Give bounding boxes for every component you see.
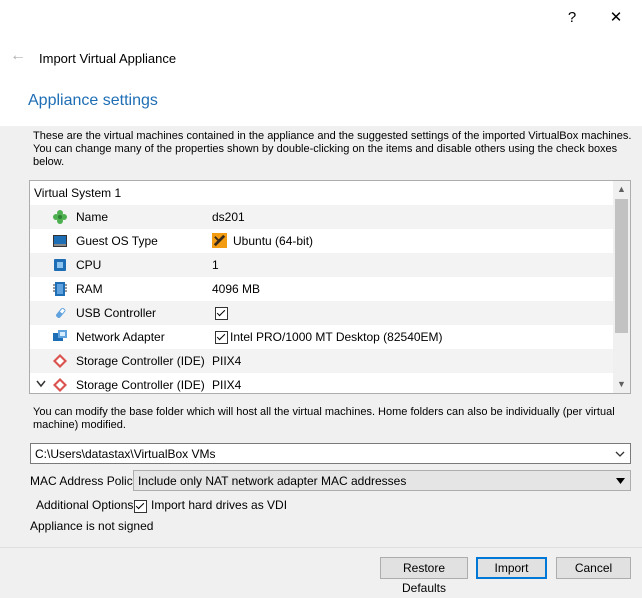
tree-root[interactable]: Virtual System 1 — [30, 181, 614, 205]
base-folder-combo[interactable]: C:\Users\datastax\VirtualBox VMs — [30, 443, 631, 464]
storage-icon — [53, 378, 67, 392]
tree-row-network[interactable]: Network Adapter Intel PRO/1000 MT Deskto… — [30, 325, 614, 349]
page-title: Appliance settings — [28, 92, 158, 109]
tree-row-label: CPU — [76, 258, 102, 272]
tree-row-storage-1[interactable]: Storage Controller (IDE) PIIX4 — [30, 349, 614, 373]
tree-row-label: Name — [76, 210, 109, 224]
cpu-icon — [54, 259, 66, 271]
tree-row-guest-os[interactable]: Guest OS Type Ubuntu (64-bit) — [30, 229, 614, 253]
appliance-tree[interactable]: Virtual System 1 Name ds201 Guest OS Typ… — [29, 180, 631, 394]
back-arrow-icon[interactable]: ← — [10, 47, 26, 65]
mac-policy-value: Include only NAT network adapter MAC add… — [138, 474, 407, 488]
tree-row-label: USB Controller — [76, 306, 157, 320]
tree-row-cpu[interactable]: CPU 1 — [30, 253, 614, 277]
scrollbar-thumb[interactable] — [615, 199, 628, 333]
tree-root-label: Virtual System 1 — [34, 186, 122, 200]
help-button[interactable]: ? — [558, 6, 586, 30]
usb-icon — [56, 307, 66, 318]
network-icon — [53, 330, 67, 341]
chevron-down-icon[interactable] — [615, 451, 625, 457]
usb-controller-checkbox[interactable] — [215, 306, 228, 321]
folder-description: You can modify the base folder which wil… — [33, 406, 615, 431]
tree-row-ram[interactable]: RAM 4096 MB — [30, 277, 614, 301]
scroll-up-icon[interactable]: ▲ — [613, 181, 630, 198]
tree-row-label: Storage Controller (IDE) — [76, 378, 205, 392]
tree-row-value[interactable]: 1 — [212, 258, 219, 272]
tree-row-value[interactable]: Intel PRO/1000 MT Desktop (82540EM) — [230, 330, 443, 344]
tree-row-value[interactable]: 4096 MB — [212, 282, 260, 296]
title-bar: ? ✕ — [0, 0, 642, 36]
wizard-header: ← Import Virtual Appliance Appliance set… — [0, 36, 642, 126]
tree-row-label: Guest OS Type — [76, 234, 158, 248]
base-folder-path: C:\Users\datastax\VirtualBox VMs — [35, 447, 216, 461]
scroll-down-icon[interactable]: ▼ — [613, 376, 630, 393]
import-button[interactable]: Import — [476, 557, 547, 579]
network-adapter-checkbox[interactable] — [215, 330, 228, 345]
ram-icon — [53, 282, 67, 296]
mac-policy-label: MAC Address Policy: — [30, 474, 143, 488]
additional-options-label: Additional Options: — [36, 498, 137, 512]
tree-row-name[interactable]: Name ds201 — [30, 205, 614, 229]
guest-os-icon — [53, 235, 67, 247]
ubuntu-icon — [212, 233, 227, 248]
tree-row-storage-2[interactable]: Storage Controller (IDE) PIIX4 — [30, 373, 614, 393]
tree-row-label: Network Adapter — [76, 330, 165, 344]
close-button[interactable]: ✕ — [602, 6, 630, 30]
footer-divider — [0, 547, 642, 548]
tree-row-value[interactable]: PIIX4 — [212, 378, 241, 392]
tree-row-value[interactable]: Ubuntu (64-bit) — [233, 234, 313, 248]
mac-policy-select[interactable]: Include only NAT network adapter MAC add… — [133, 470, 631, 491]
tree-row-label: Storage Controller (IDE) — [76, 354, 205, 368]
cancel-button[interactable]: Cancel — [556, 557, 631, 579]
tree-scrollbar[interactable]: ▲ ▼ — [613, 181, 630, 393]
wizard-title: Import Virtual Appliance — [39, 51, 177, 66]
import-vdi-label[interactable]: Import hard drives as VDI — [151, 498, 287, 512]
tree-row-usb[interactable]: USB Controller — [30, 301, 614, 325]
name-icon — [53, 210, 67, 224]
storage-icon — [53, 354, 67, 368]
dropdown-arrow-icon[interactable] — [616, 478, 625, 484]
restore-defaults-button[interactable]: Restore Defaults — [380, 557, 468, 595]
tree-row-label: RAM — [76, 282, 103, 296]
appliance-description: These are the virtual machines contained… — [33, 130, 632, 168]
import-vdi-checkbox[interactable] — [134, 499, 147, 514]
tree-row-value[interactable]: PIIX4 — [212, 354, 241, 368]
signature-status: Appliance is not signed — [30, 519, 154, 533]
tree-row-value[interactable]: ds201 — [212, 210, 245, 224]
chevron-down-icon[interactable] — [36, 380, 46, 388]
